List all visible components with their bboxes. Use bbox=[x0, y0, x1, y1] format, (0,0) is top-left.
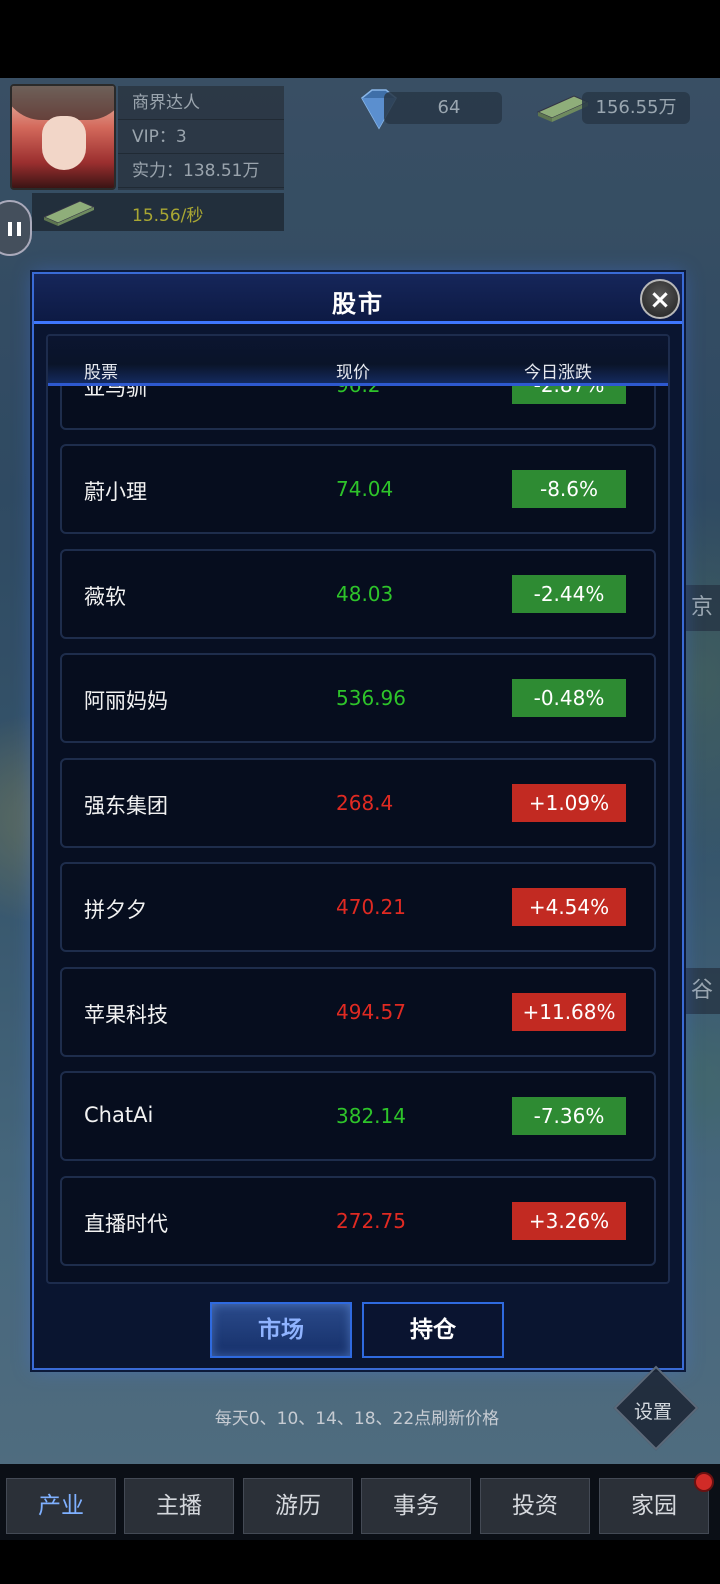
system-nav-area bbox=[0, 1540, 720, 1584]
tab-market[interactable]: 市场 bbox=[210, 1302, 352, 1358]
money-stack-icon bbox=[42, 200, 96, 226]
nav-industry[interactable]: 产业 bbox=[6, 1478, 116, 1534]
player-info-panel: 商界达人 VIP：3 实力：138.51万 bbox=[118, 86, 284, 190]
price-refresh-note: 每天0、10、14、18、22点刷新价格 bbox=[214, 1409, 500, 1429]
stock-price: 48.03 bbox=[336, 582, 394, 606]
stock-change-badge: +11.68% bbox=[512, 993, 626, 1031]
stock-change-badge: +3.26% bbox=[512, 1202, 626, 1240]
stock-change-badge: -7.36% bbox=[512, 1097, 626, 1135]
nav-invest[interactable]: 投资 bbox=[480, 1478, 590, 1534]
diamond-count: 64 bbox=[384, 92, 502, 124]
column-change: 今日涨跌 bbox=[524, 363, 592, 383]
player-name: 商界达人 bbox=[118, 86, 284, 120]
stock-price: 268.4 bbox=[336, 791, 394, 815]
status-bar-area bbox=[0, 0, 720, 78]
stock-change-badge: -8.6% bbox=[512, 470, 626, 508]
settings-label[interactable]: 设置 bbox=[634, 1397, 672, 1424]
stock-price: 494.57 bbox=[336, 1000, 406, 1024]
stock-name: 拼夕夕 bbox=[84, 898, 147, 922]
stock-name: 强东集团 bbox=[84, 794, 168, 818]
stock-row[interactable]: 强东集团 268.4 +1.09% bbox=[60, 758, 656, 848]
dialog-title: 股市 bbox=[332, 290, 384, 318]
notification-dot bbox=[694, 1472, 714, 1492]
tab-holding[interactable]: 持仓 bbox=[362, 1302, 504, 1358]
dialog-header: 股市 × bbox=[34, 274, 682, 324]
bottom-navigation: 产业 主播 游历 事务 投资 家园 bbox=[0, 1464, 720, 1540]
stock-change-badge: +1.09% bbox=[512, 784, 626, 822]
stock-price: 272.75 bbox=[336, 1209, 406, 1233]
stock-name: ChatAi bbox=[84, 1103, 154, 1127]
stock-price: 382.14 bbox=[336, 1104, 406, 1128]
column-price: 现价 bbox=[336, 363, 370, 383]
stock-row[interactable]: 直播时代 272.75 +3.26% bbox=[60, 1176, 656, 1266]
player-avatar[interactable] bbox=[10, 84, 116, 190]
stock-change-badge: -2.44% bbox=[512, 575, 626, 613]
vip-level: VIP：3 bbox=[118, 120, 284, 154]
nav-affairs[interactable]: 事务 bbox=[361, 1478, 471, 1534]
stock-change-badge: +4.54% bbox=[512, 888, 626, 926]
pause-button[interactable] bbox=[0, 200, 32, 256]
income-rate: 15.56/秒 bbox=[132, 206, 204, 226]
map-city-tag[interactable]: 京 bbox=[684, 585, 720, 631]
stock-list[interactable]: 股票 现价 今日涨跌 亚马驯 96.2 -2.87% 蔚小理 74.04 -8.… bbox=[46, 334, 670, 1284]
close-button[interactable]: × bbox=[640, 279, 680, 319]
map-city-tag[interactable]: 谷 bbox=[684, 968, 720, 1014]
player-power: 实力：138.51万 bbox=[118, 154, 284, 188]
stock-name: 薇软 bbox=[84, 585, 126, 609]
stock-price: 470.21 bbox=[336, 895, 406, 919]
stock-row[interactable]: ChatAi 382.14 -7.36% bbox=[60, 1071, 656, 1161]
stock-row[interactable]: 苹果科技 494.57 +11.68% bbox=[60, 967, 656, 1057]
income-rate-bar: 15.56/秒 bbox=[32, 193, 284, 231]
stock-price: 74.04 bbox=[336, 477, 394, 501]
stock-row[interactable]: 阿丽妈妈 536.96 -0.48% bbox=[60, 653, 656, 743]
close-icon: × bbox=[649, 285, 671, 315]
nav-travel[interactable]: 游历 bbox=[243, 1478, 353, 1534]
stock-list-header: 股票 现价 今日涨跌 bbox=[48, 336, 668, 386]
stock-name: 蔚小理 bbox=[84, 480, 147, 504]
nav-streamer[interactable]: 主播 bbox=[124, 1478, 234, 1534]
stock-market-dialog: 股市 × 股票 现价 今日涨跌 亚马驯 96.2 -2.87% 蔚小理 74.0… bbox=[32, 272, 684, 1370]
stock-row[interactable]: 拼夕夕 470.21 +4.54% bbox=[60, 862, 656, 952]
cash-amount: 156.55万 bbox=[582, 92, 690, 124]
stock-name: 直播时代 bbox=[84, 1212, 168, 1236]
stock-price: 536.96 bbox=[336, 686, 406, 710]
nav-home[interactable]: 家园 bbox=[599, 1478, 709, 1534]
stock-name: 阿丽妈妈 bbox=[84, 689, 168, 713]
column-stock: 股票 bbox=[84, 363, 118, 383]
stock-row[interactable]: 蔚小理 74.04 -8.6% bbox=[60, 444, 656, 534]
stock-change-badge: -0.48% bbox=[512, 679, 626, 717]
stock-row[interactable]: 薇软 48.03 -2.44% bbox=[60, 549, 656, 639]
stock-name: 苹果科技 bbox=[84, 1003, 168, 1027]
